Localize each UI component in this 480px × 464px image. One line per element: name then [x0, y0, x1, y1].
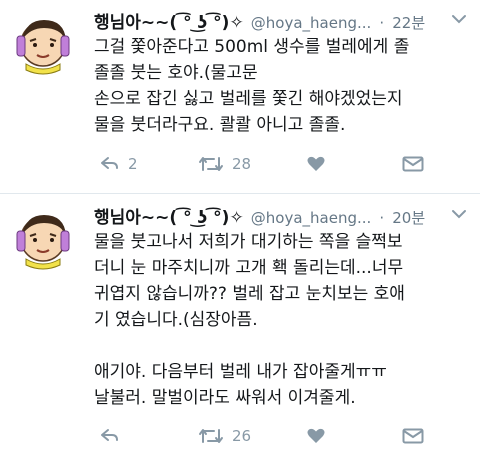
tweet-header: 행님아~~( ͡° ͜ʖ ͡°)✧ @hoya_haeng... · 20분 — [94, 203, 470, 227]
display-name[interactable]: 행님아~~( ͡° ͜ʖ ͡°)✧ — [94, 13, 244, 32]
separator-dot: · — [379, 209, 385, 227]
tweet-line: 날불러. 말벌이라도 싸워서 이겨줄게. — [94, 388, 356, 408]
tweet-line: 더니 눈 마주치니까 고개 홱 돌리는데...너무 — [94, 258, 404, 278]
display-name[interactable]: 행님아~~( ͡° ͜ʖ ͡°)✧ — [94, 208, 244, 227]
like-button[interactable] — [306, 425, 334, 447]
tweet-actions: 2 28 — [100, 153, 430, 175]
tweet-header: 행님아~~( ͡° ͜ʖ ͡°)✧ @hoya_haeng... · 22분 — [94, 8, 470, 32]
retweet-button[interactable]: 26 — [198, 425, 251, 447]
reply-button[interactable] — [100, 425, 128, 447]
tweet[interactable]: 행님아~~( ͡° ͜ʖ ͡°)✧ @hoya_haeng... · 22분 그… — [0, 0, 480, 194]
tweet-line: 애기야. 다음부터 벌레 내가 잡아줄게ㅠㅠ — [94, 362, 387, 382]
tweet-text: 그걸 쫓아준다고 500ml 생수를 벌레에게 졸 졸졸 붓는 호야.(물고문 … — [94, 34, 470, 138]
tweet-line: 물을 붓더라구요. 콸콸 아니고 졸졸. — [94, 115, 346, 135]
envelope-icon — [402, 428, 424, 444]
retweet-icon — [199, 157, 223, 171]
tweet-line: 기 였습니다.(심장아픔. — [94, 310, 258, 330]
retweet-count: 26 — [232, 427, 252, 445]
heart-icon — [307, 156, 325, 171]
reply-button[interactable]: 2 — [100, 153, 138, 175]
tweet[interactable]: 행님아~~( ͡° ͜ʖ ͡°)✧ @hoya_haeng... · 20분 물… — [0, 195, 480, 464]
user-handle[interactable]: @hoya_haeng... — [251, 14, 372, 32]
retweet-count: 28 — [232, 155, 252, 173]
tweet-line — [94, 333, 470, 359]
retweet-button[interactable]: 28 — [198, 153, 251, 175]
separator-dot: · — [379, 14, 385, 32]
reply-icon — [101, 429, 118, 441]
tweet-line: 졸졸 붓는 호야.(물고문 — [94, 63, 258, 83]
tweet-text: 물을 붓고나서 저희가 대기하는 쪽을 슬쩍보 더니 눈 마주치니까 고개 홱 … — [94, 229, 470, 411]
tweet-line: 그걸 쫓아준다고 500ml 생수를 벌레에게 졸 — [94, 37, 410, 57]
dm-button[interactable] — [402, 153, 424, 175]
avatar[interactable] — [12, 14, 74, 76]
chevron-down-icon[interactable] — [450, 10, 468, 28]
like-button[interactable] — [306, 153, 334, 175]
tweet-line: 물을 붓고나서 저희가 대기하는 쪽을 슬쩍보 — [94, 232, 403, 252]
tweet-actions: 26 — [100, 425, 430, 447]
reply-count: 2 — [128, 155, 138, 173]
timestamp[interactable]: 20분 — [392, 209, 425, 227]
timestamp[interactable]: 22분 — [392, 14, 425, 32]
tweet-line: 손으로 잡긴 싫고 벌레를 쫓긴 해야겠었는지 — [94, 89, 403, 109]
user-handle[interactable]: @hoya_haeng... — [251, 209, 372, 227]
reply-icon — [101, 157, 118, 169]
avatar[interactable] — [12, 209, 74, 271]
retweet-icon — [199, 429, 223, 443]
dm-button[interactable] — [402, 425, 424, 447]
envelope-icon — [402, 156, 424, 172]
tweet-line: 귀엽지 않습니까?? 벌레 잡고 눈치보는 호애 — [94, 284, 405, 304]
chevron-down-icon[interactable] — [450, 205, 468, 223]
heart-icon — [307, 428, 325, 443]
